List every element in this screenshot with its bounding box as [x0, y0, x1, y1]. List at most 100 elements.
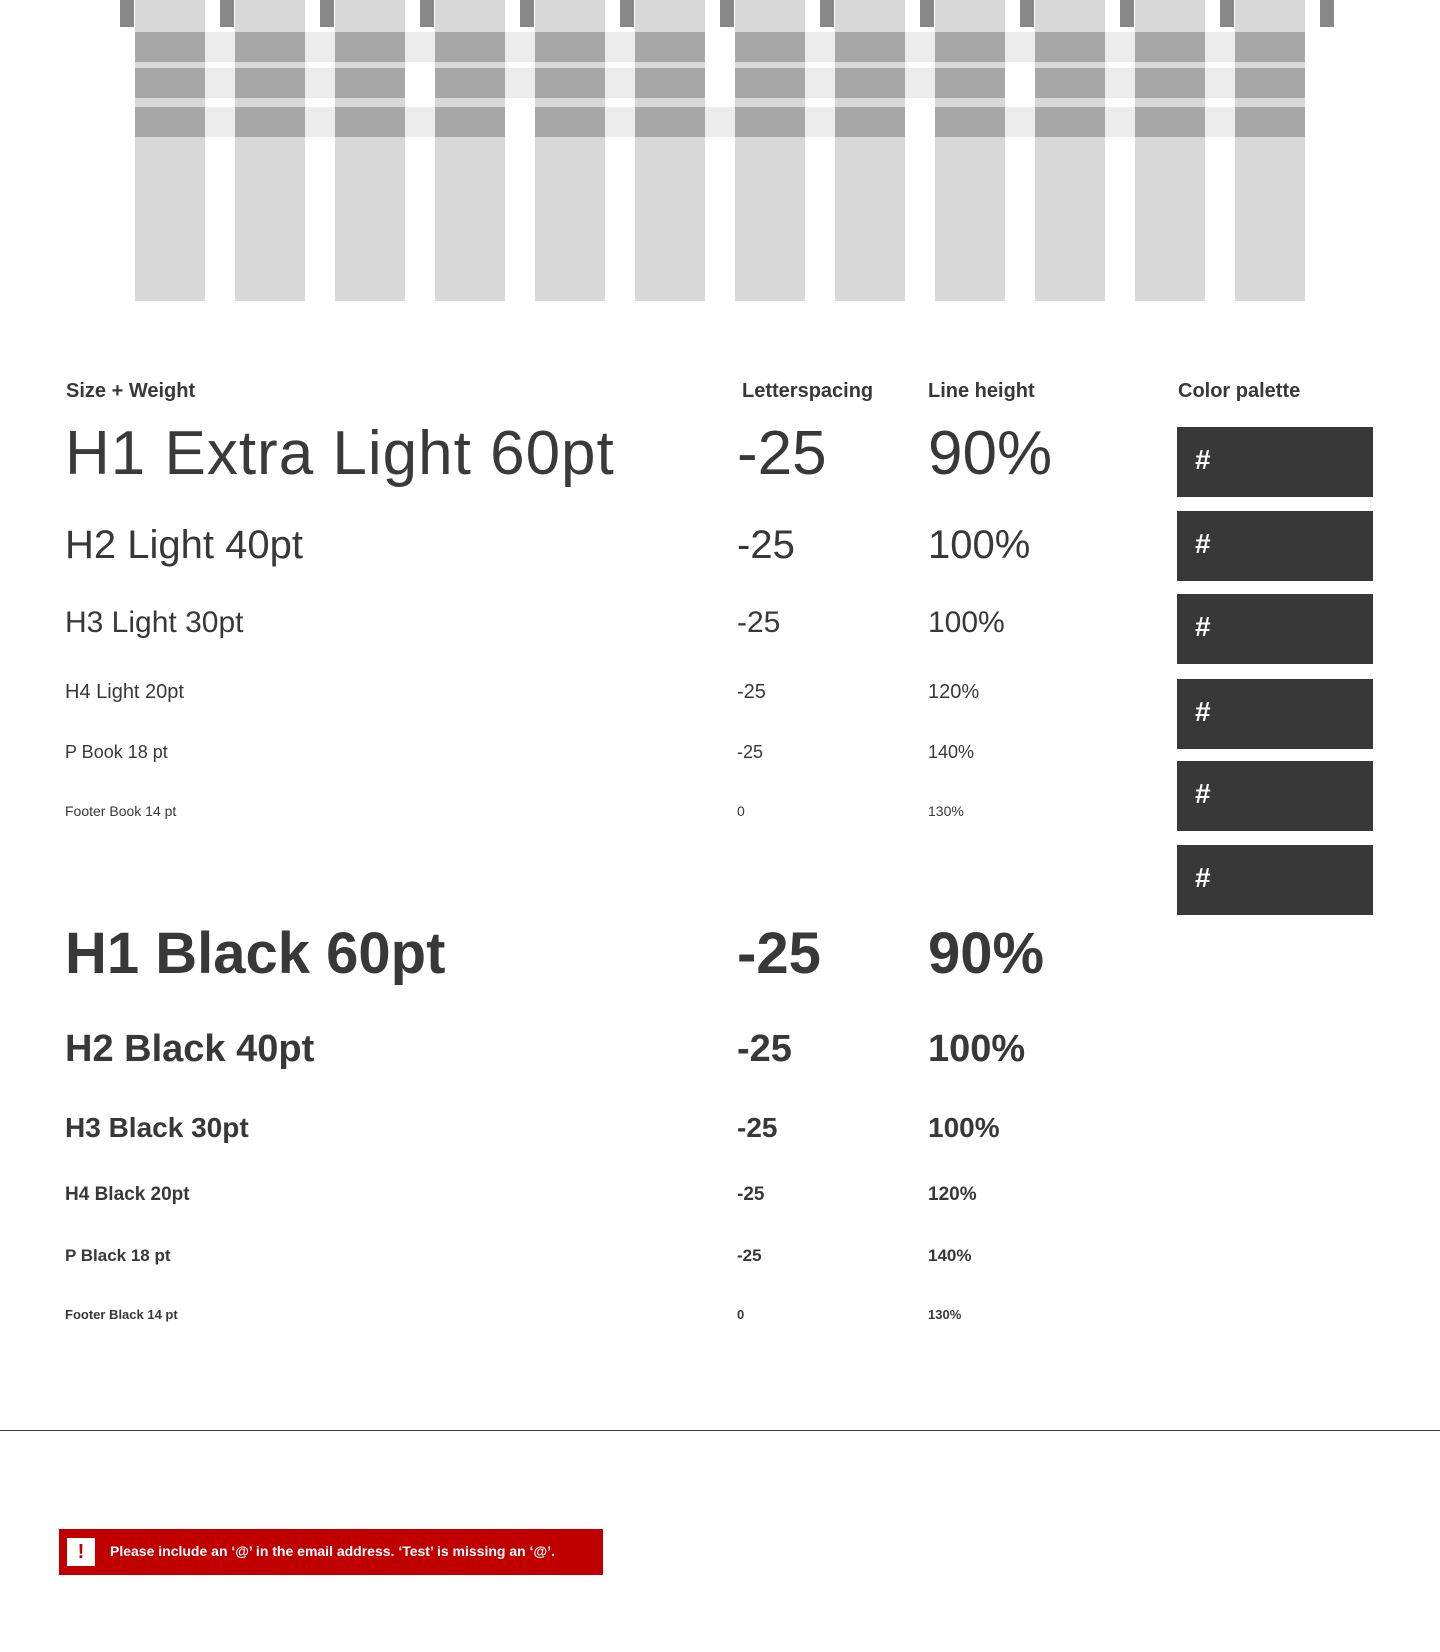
- section-divider: [0, 1430, 1440, 1431]
- color-swatch[interactable]: #: [1177, 594, 1373, 664]
- grid-span-segment: [435, 68, 505, 98]
- color-swatch[interactable]: #: [1177, 679, 1373, 749]
- style-letterspacing: -25: [737, 921, 821, 986]
- color-swatch[interactable]: #: [1177, 511, 1373, 581]
- style-letterspacing: -25: [737, 1184, 765, 1205]
- grid-span-bar: [435, 68, 705, 98]
- style-name: H3 Light 30pt: [65, 606, 244, 639]
- style-letterspacing: 0: [737, 803, 745, 819]
- grid-span-bar: [135, 107, 505, 137]
- gutter-marker: [320, 0, 334, 27]
- grid-span-segment: [1235, 68, 1305, 98]
- gutter-marker: [820, 0, 834, 27]
- grid-span-segment: [935, 107, 1005, 137]
- swatch-hex-label: #: [1195, 862, 1211, 893]
- style-line-height: 140%: [928, 742, 975, 762]
- style-letterspacing: -25: [737, 523, 795, 567]
- style-line-height: 100%: [928, 1028, 1026, 1070]
- style-name: H4 Black 20pt: [65, 1184, 190, 1205]
- grid-span-segment: [435, 32, 505, 62]
- gutter-marker: [120, 0, 134, 27]
- style-letterspacing: -25: [737, 1028, 792, 1070]
- grid-span-segment: [635, 107, 705, 137]
- grid-span-segment: [535, 68, 605, 98]
- style-line-height: 100%: [928, 523, 1031, 567]
- style-line-height: 140%: [928, 1246, 972, 1265]
- gutter-marker: [420, 0, 434, 27]
- validation-text: Please include an ‘@’ in the email addre…: [110, 1543, 555, 1559]
- grid-span-segment: [835, 32, 905, 62]
- style-letterspacing: -25: [737, 742, 764, 762]
- grid-span-segment: [135, 68, 205, 98]
- color-swatch[interactable]: #: [1177, 427, 1373, 497]
- style-letterspacing: -25: [737, 419, 827, 488]
- grid-span-segment: [1235, 107, 1305, 137]
- style-line-height: 100%: [928, 1112, 1000, 1143]
- style-letterspacing: -25: [737, 681, 766, 703]
- style-name: P Book 18 pt: [65, 742, 168, 762]
- grid-span-segment: [835, 68, 905, 98]
- grid-span-segment: [1035, 68, 1105, 98]
- gutter-marker: [1020, 0, 1034, 27]
- grid-span-segment: [335, 68, 405, 98]
- grid-span-segment: [835, 107, 905, 137]
- grid-span-segment: [1135, 32, 1205, 62]
- style-line-height: 130%: [928, 1307, 962, 1322]
- grid-span-segment: [135, 107, 205, 137]
- grid-span-segment: [535, 107, 605, 137]
- style-name: H1 Extra Light 60pt: [65, 419, 615, 488]
- grid-span-segment: [235, 68, 305, 98]
- grid-span-band: [735, 32, 1305, 62]
- header-line-height: Line height: [928, 380, 1035, 402]
- grid-span-segment: [735, 107, 805, 137]
- grid-span-segment: [1235, 32, 1305, 62]
- swatch-hex-label: #: [1195, 528, 1211, 559]
- grid-span-bar: [135, 32, 705, 62]
- color-swatch[interactable]: #: [1177, 761, 1373, 831]
- style-letterspacing: 0: [737, 1307, 745, 1322]
- grid-span-segment: [735, 32, 805, 62]
- header-color-palette: Color palette: [1178, 380, 1301, 402]
- gutter-marker: [1120, 0, 1134, 27]
- gutter-marker: [620, 0, 634, 27]
- style-name: H2 Light 40pt: [65, 523, 303, 567]
- style-name: H1 Black 60pt: [65, 921, 446, 986]
- style-letterspacing: -25: [737, 606, 781, 639]
- style-line-height: 90%: [928, 921, 1045, 986]
- style-line-height: 130%: [928, 803, 964, 819]
- swatch-hex-label: #: [1195, 611, 1211, 642]
- grid-span-segment: [1135, 107, 1205, 137]
- style-name: P Black 18 pt: [65, 1246, 171, 1265]
- grid-span-segment: [135, 32, 205, 62]
- grid-span-segment: [1035, 107, 1105, 137]
- style-name: Footer Black 14 pt: [65, 1307, 178, 1322]
- grid-span-segment: [935, 68, 1005, 98]
- grid-span-segment: [435, 107, 505, 137]
- grid-span-segment: [335, 107, 405, 137]
- grid-span-bar: [735, 32, 1305, 62]
- grid-span-segment: [535, 32, 605, 62]
- header-size-weight: Size + Weight: [66, 380, 196, 402]
- grid-span-bar: [135, 68, 405, 98]
- gutter-marker: [920, 0, 934, 27]
- grid-span-segment: [735, 68, 805, 98]
- swatch-hex-label: #: [1195, 444, 1211, 475]
- grid-span-bar: [735, 68, 1005, 98]
- style-line-height: 90%: [928, 419, 1053, 488]
- gutter-marker: [520, 0, 534, 27]
- style-line-height: 100%: [928, 606, 1005, 639]
- gutter-marker: [720, 0, 734, 27]
- grid-span-segment: [235, 107, 305, 137]
- grid-span-segment: [335, 32, 405, 62]
- grid-span-segment: [935, 32, 1005, 62]
- grid-span-segment: [1035, 32, 1105, 62]
- validation-message: ! Please include an ‘@’ in the email add…: [59, 1529, 603, 1575]
- grid-span-bar: [935, 107, 1305, 137]
- grid-span-segment: [1135, 68, 1205, 98]
- header-letterspacing: Letterspacing: [742, 380, 874, 402]
- swatch-hex-label: #: [1195, 696, 1211, 727]
- grid-span-bar: [1035, 68, 1305, 98]
- color-swatch[interactable]: #: [1177, 845, 1373, 915]
- grid-span-segment: [635, 32, 705, 62]
- gutter-marker: [220, 0, 234, 27]
